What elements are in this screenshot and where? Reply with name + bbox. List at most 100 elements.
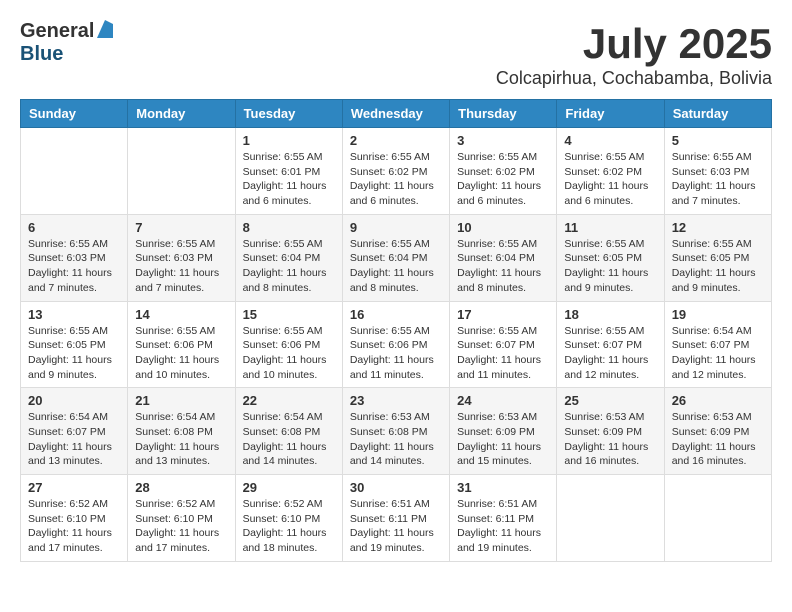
day-number: 4 (564, 133, 656, 148)
day-info: Sunrise: 6:53 AM Sunset: 6:08 PM Dayligh… (350, 410, 442, 469)
calendar-week-row: 27 Sunrise: 6:52 AM Sunset: 6:10 PM Dayli… (21, 475, 772, 562)
calendar-cell: 1Sunrise: 6:55 AM Sunset: 6:01 PM Daylig… (235, 128, 342, 215)
calendar-table: SundayMondayTuesdayWednesdayThursdayFrid… (20, 99, 772, 562)
day-info: Sunrise: 6:55 AM Sunset: 6:03 PM Dayligh… (672, 150, 764, 209)
location-title: Colcapirhua, Cochabamba, Bolivia (496, 68, 772, 89)
day-info: Sunrise: 6:55 AM Sunset: 6:03 PM Dayligh… (135, 237, 227, 296)
calendar-cell: 12Sunrise: 6:55 AM Sunset: 6:05 PM Dayli… (664, 214, 771, 301)
calendar-cell: 5 Sunrise: 6:55 AM Sunset: 6:03 PM Daylig… (664, 128, 771, 215)
calendar-cell: 27 Sunrise: 6:52 AM Sunset: 6:10 PM Dayli… (21, 475, 128, 562)
calendar-cell: 16 Sunrise: 6:55 AM Sunset: 6:06 PM Dayli… (342, 301, 449, 388)
calendar-cell: 8 Sunrise: 6:55 AM Sunset: 6:04 PM Daylig… (235, 214, 342, 301)
calendar-cell: 31 Sunrise: 6:51 AM Sunset: 6:11 PM Dayli… (450, 475, 557, 562)
calendar-header-row: SundayMondayTuesdayWednesdayThursdayFrid… (21, 100, 772, 128)
calendar-cell: 10 Sunrise: 6:55 AM Sunset: 6:04 PM Dayli… (450, 214, 557, 301)
day-info: Sunrise: 6:52 AM Sunset: 6:10 PM Dayligh… (243, 497, 335, 556)
calendar-cell: 20 Sunrise: 6:54 AM Sunset: 6:07 PM Dayli… (21, 388, 128, 475)
day-info: Sunrise: 6:55 AM Sunset: 6:02 PM Dayligh… (564, 150, 656, 209)
logo-arrow-icon (97, 20, 113, 43)
day-number: 1 (243, 133, 335, 148)
day-info: Sunrise: 6:53 AM Sunset: 6:09 PM Dayligh… (457, 410, 549, 469)
day-info: Sunrise: 6:55 AM Sunset: 6:04 PM Dayligh… (350, 237, 442, 296)
logo-general-text: General (20, 20, 94, 43)
day-info: Sunrise: 6:51 AM Sunset: 6:11 PM Dayligh… (457, 497, 549, 556)
day-number: 17 (457, 307, 549, 322)
calendar-day-header: Wednesday (342, 100, 449, 128)
day-info: Sunrise: 6:55 AM Sunset: 6:06 PM Dayligh… (350, 324, 442, 383)
calendar-week-row: 13Sunrise: 6:55 AM Sunset: 6:05 PM Dayli… (21, 301, 772, 388)
day-info: Sunrise: 6:55 AM Sunset: 6:04 PM Dayligh… (243, 237, 335, 296)
day-number: 10 (457, 220, 549, 235)
day-number: 9 (350, 220, 442, 235)
day-number: 11 (564, 220, 656, 235)
title-block: July 2025 Colcapirhua, Cochabamba, Boliv… (496, 20, 772, 89)
calendar-cell: 14 Sunrise: 6:55 AM Sunset: 6:06 PM Dayli… (128, 301, 235, 388)
day-info: Sunrise: 6:53 AM Sunset: 6:09 PM Dayligh… (672, 410, 764, 469)
day-number: 16 (350, 307, 442, 322)
day-number: 6 (28, 220, 120, 235)
day-number: 14 (135, 307, 227, 322)
calendar-day-header: Thursday (450, 100, 557, 128)
calendar-cell: 19Sunrise: 6:54 AM Sunset: 6:07 PM Dayli… (664, 301, 771, 388)
logo-blue-text: Blue (20, 43, 63, 65)
day-info: Sunrise: 6:54 AM Sunset: 6:08 PM Dayligh… (135, 410, 227, 469)
calendar-cell: 6 Sunrise: 6:55 AM Sunset: 6:03 PM Daylig… (21, 214, 128, 301)
calendar-cell: 23 Sunrise: 6:53 AM Sunset: 6:08 PM Dayli… (342, 388, 449, 475)
day-info: Sunrise: 6:54 AM Sunset: 6:07 PM Dayligh… (28, 410, 120, 469)
calendar-cell: 15Sunrise: 6:55 AM Sunset: 6:06 PM Dayli… (235, 301, 342, 388)
day-number: 27 (28, 480, 120, 495)
day-info: Sunrise: 6:55 AM Sunset: 6:07 PM Dayligh… (457, 324, 549, 383)
day-number: 12 (672, 220, 764, 235)
day-info: Sunrise: 6:54 AM Sunset: 6:08 PM Dayligh… (243, 410, 335, 469)
day-number: 15 (243, 307, 335, 322)
calendar-cell: 24 Sunrise: 6:53 AM Sunset: 6:09 PM Dayli… (450, 388, 557, 475)
day-number: 2 (350, 133, 442, 148)
day-info: Sunrise: 6:52 AM Sunset: 6:10 PM Dayligh… (28, 497, 120, 556)
logo: General Blue (20, 20, 113, 66)
month-title: July 2025 (496, 20, 772, 68)
day-number: 7 (135, 220, 227, 235)
calendar-day-header: Saturday (664, 100, 771, 128)
calendar-cell: 7 Sunrise: 6:55 AM Sunset: 6:03 PM Daylig… (128, 214, 235, 301)
calendar-cell: 13Sunrise: 6:55 AM Sunset: 6:05 PM Dayli… (21, 301, 128, 388)
day-info: Sunrise: 6:53 AM Sunset: 6:09 PM Dayligh… (564, 410, 656, 469)
calendar-cell: 9 Sunrise: 6:55 AM Sunset: 6:04 PM Daylig… (342, 214, 449, 301)
calendar-cell: 28Sunrise: 6:52 AM Sunset: 6:10 PM Dayli… (128, 475, 235, 562)
day-info: Sunrise: 6:55 AM Sunset: 6:04 PM Dayligh… (457, 237, 549, 296)
calendar-cell: 25 Sunrise: 6:53 AM Sunset: 6:09 PM Dayli… (557, 388, 664, 475)
calendar-cell: 11 Sunrise: 6:55 AM Sunset: 6:05 PM Dayli… (557, 214, 664, 301)
calendar-cell (557, 475, 664, 562)
day-number: 13 (28, 307, 120, 322)
calendar-week-row: 1Sunrise: 6:55 AM Sunset: 6:01 PM Daylig… (21, 128, 772, 215)
calendar-cell: 4 Sunrise: 6:55 AM Sunset: 6:02 PM Daylig… (557, 128, 664, 215)
calendar-cell: 26 Sunrise: 6:53 AM Sunset: 6:09 PM Dayli… (664, 388, 771, 475)
calendar-cell: 21 Sunrise: 6:54 AM Sunset: 6:08 PM Dayli… (128, 388, 235, 475)
calendar-cell: 29Sunrise: 6:52 AM Sunset: 6:10 PM Dayli… (235, 475, 342, 562)
calendar-cell: 18Sunrise: 6:55 AM Sunset: 6:07 PM Dayli… (557, 301, 664, 388)
calendar-day-header: Tuesday (235, 100, 342, 128)
day-number: 22 (243, 393, 335, 408)
day-info: Sunrise: 6:55 AM Sunset: 6:07 PM Dayligh… (564, 324, 656, 383)
calendar-cell: 3Sunrise: 6:55 AM Sunset: 6:02 PM Daylig… (450, 128, 557, 215)
day-number: 5 (672, 133, 764, 148)
day-info: Sunrise: 6:51 AM Sunset: 6:11 PM Dayligh… (350, 497, 442, 556)
day-info: Sunrise: 6:55 AM Sunset: 6:03 PM Dayligh… (28, 237, 120, 296)
day-info: Sunrise: 6:52 AM Sunset: 6:10 PM Dayligh… (135, 497, 227, 556)
day-number: 31 (457, 480, 549, 495)
calendar-week-row: 20 Sunrise: 6:54 AM Sunset: 6:07 PM Dayli… (21, 388, 772, 475)
day-number: 24 (457, 393, 549, 408)
day-info: Sunrise: 6:55 AM Sunset: 6:06 PM Dayligh… (135, 324, 227, 383)
day-number: 3 (457, 133, 549, 148)
day-number: 20 (28, 393, 120, 408)
day-number: 21 (135, 393, 227, 408)
calendar-cell: 17 Sunrise: 6:55 AM Sunset: 6:07 PM Dayli… (450, 301, 557, 388)
calendar-cell (664, 475, 771, 562)
day-number: 23 (350, 393, 442, 408)
calendar-cell: 22 Sunrise: 6:54 AM Sunset: 6:08 PM Dayli… (235, 388, 342, 475)
day-info: Sunrise: 6:55 AM Sunset: 6:05 PM Dayligh… (564, 237, 656, 296)
day-number: 26 (672, 393, 764, 408)
calendar-cell: 30Sunrise: 6:51 AM Sunset: 6:11 PM Dayli… (342, 475, 449, 562)
day-number: 8 (243, 220, 335, 235)
calendar-day-header: Sunday (21, 100, 128, 128)
day-number: 25 (564, 393, 656, 408)
